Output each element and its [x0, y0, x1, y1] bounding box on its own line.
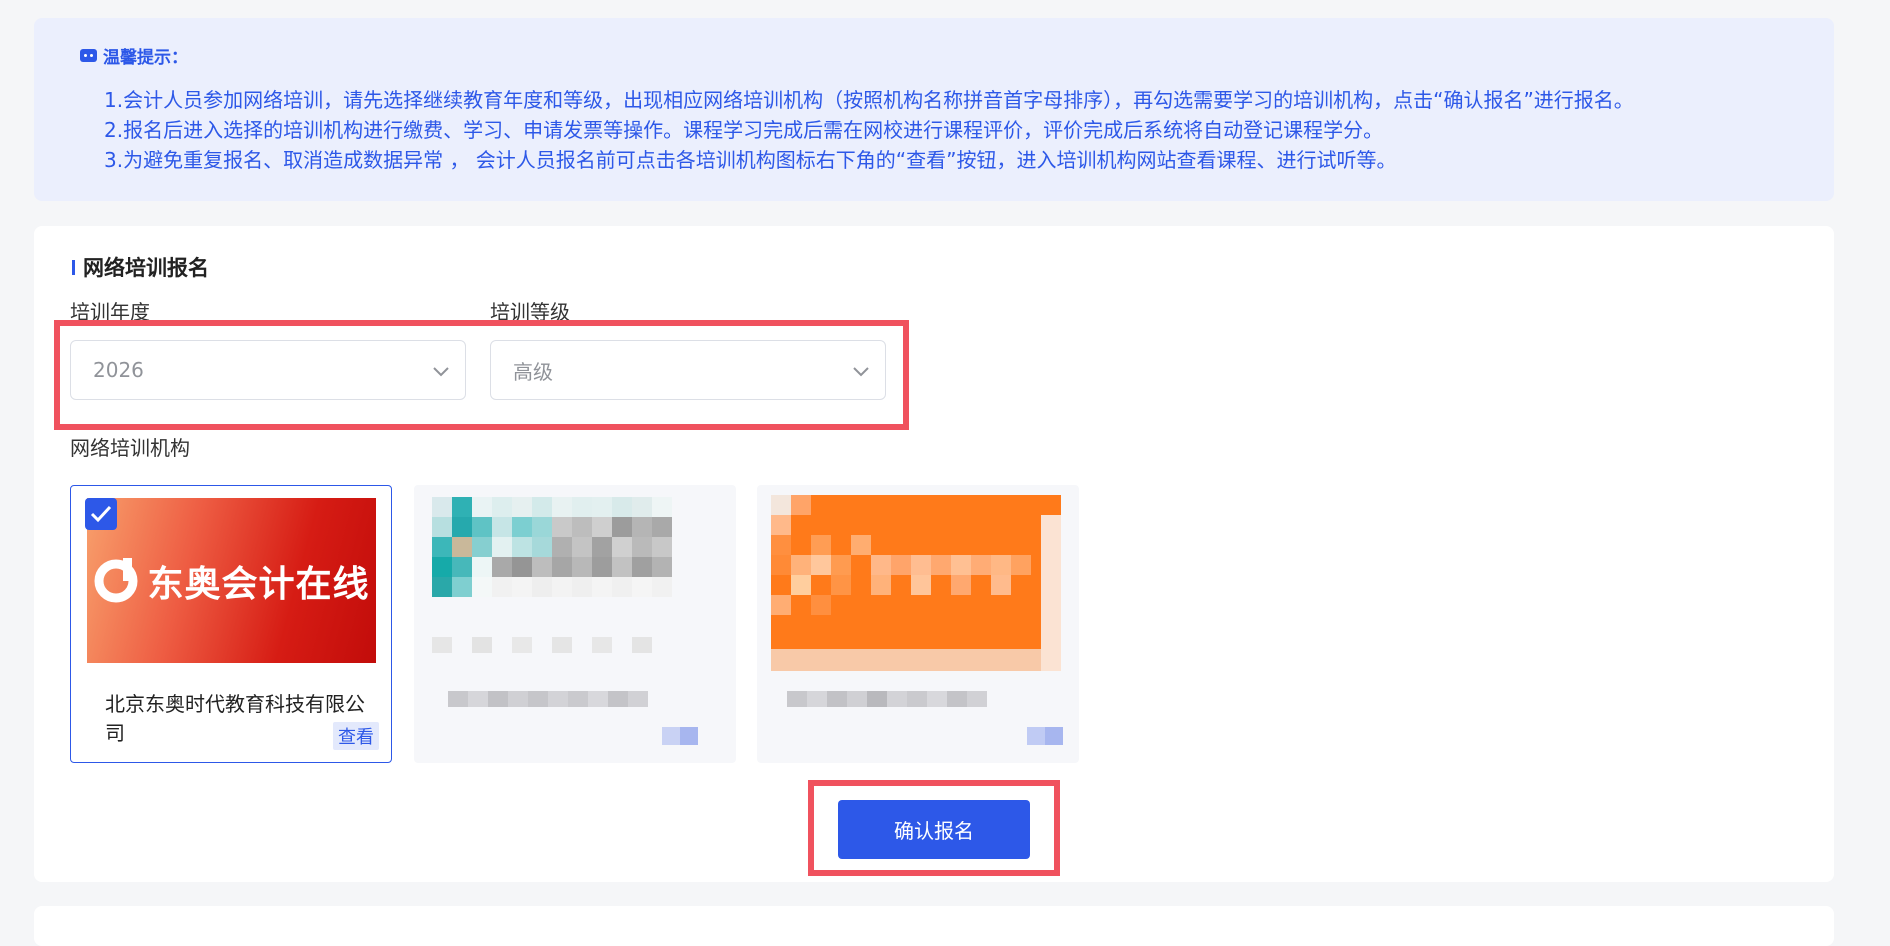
annotation-box-button	[808, 780, 1060, 876]
notice-lines: 1.会计人员参加网络培训，请先选择继续教育年度和等级，出现相应网络培训机构（按照…	[104, 85, 1634, 175]
annotation-box-selects	[54, 320, 909, 430]
notice-title: 温馨提示：	[103, 48, 188, 68]
institution-card[interactable]: 东奥会计在线 北京东奥时代教育科技有限公司 查看	[70, 485, 392, 763]
notice-header: 温馨提示：	[80, 43, 188, 68]
notice-line: 3.为避免重复报名、取消造成数据异常 ， 会计人员报名前可点击各培训机构图标右下…	[104, 148, 1397, 172]
section-title: 网络培训报名	[83, 256, 209, 280]
blurred-logo	[432, 497, 698, 745]
notice-line: 1.会计人员参加网络培训，请先选择继续教育年度和等级，出现相应网络培训机构（按照…	[104, 88, 1634, 112]
lower-panel	[34, 906, 1834, 946]
section-marker	[72, 259, 75, 275]
institutions-label: 网络培训机构	[70, 436, 190, 460]
section-header: 网络培训报名	[72, 252, 209, 282]
dongao-logo-icon	[94, 557, 138, 602]
check-icon	[90, 505, 112, 523]
institution-card-blurred[interactable]	[414, 485, 736, 763]
notice-box: 温馨提示： 1.会计人员参加网络培训，请先选择继续教育年度和等级，出现相应网络培…	[34, 18, 1834, 201]
view-link[interactable]: 查看	[333, 722, 379, 750]
institution-logo: 东奥会计在线	[87, 498, 376, 663]
notice-line: 2.报名后进入选择的培训机构进行缴费、学习、申请发票等操作。课程学习完成后需在网…	[104, 118, 1384, 142]
institution-card-blurred[interactable]	[757, 485, 1079, 763]
logo-text: 东奥会计在线	[147, 563, 370, 605]
blurred-logo	[771, 495, 1063, 745]
info-icon	[80, 49, 97, 62]
checkbox-checked[interactable]	[85, 498, 117, 530]
institution-name: 北京东奥时代教育科技有限公司	[105, 692, 365, 745]
